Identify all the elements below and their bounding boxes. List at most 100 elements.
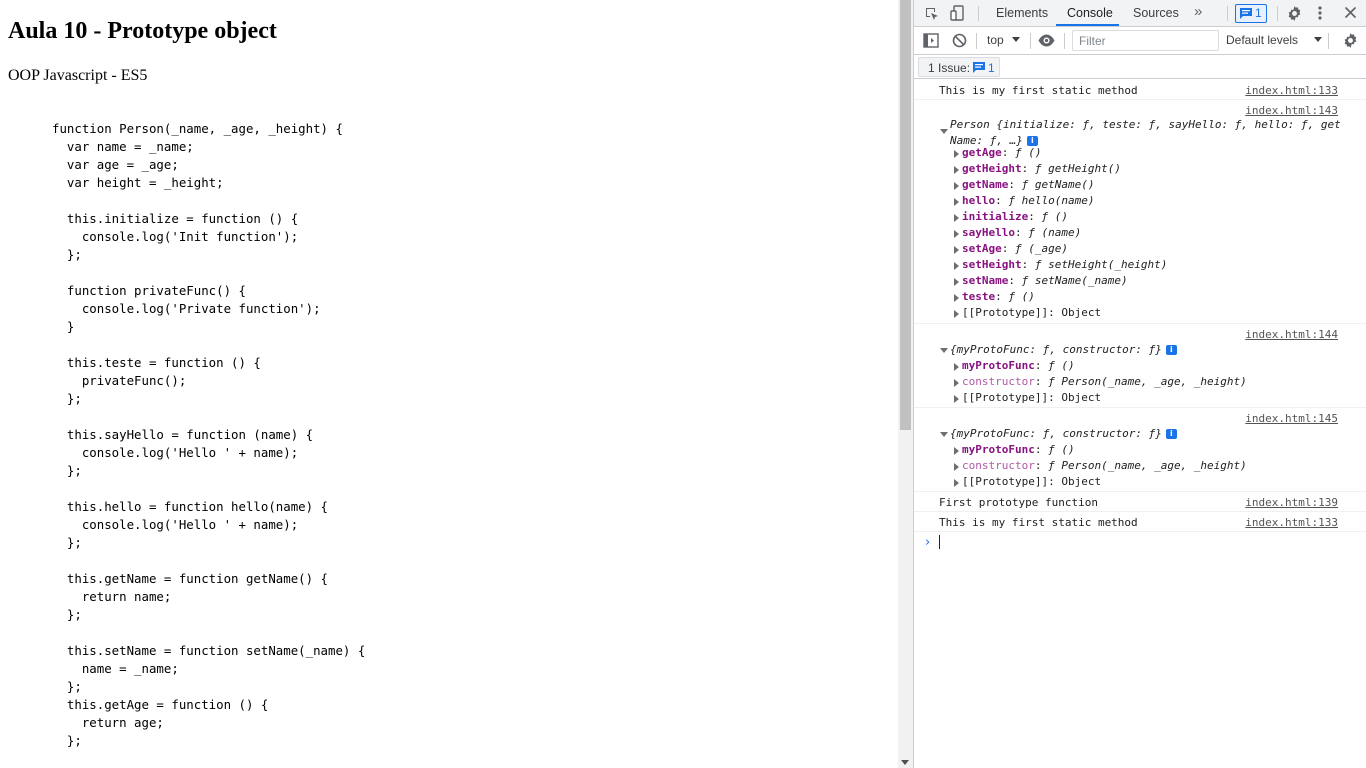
expand-triangle-icon[interactable] bbox=[954, 150, 959, 158]
object-property[interactable]: initialize: ƒ () bbox=[962, 210, 1068, 223]
source-link[interactable]: index.html:144 bbox=[1245, 328, 1338, 341]
source-link[interactable]: index.html:145 bbox=[1245, 412, 1338, 425]
object-preview-line[interactable]: {myProtoFunc: ƒ, constructor: ƒ} i bbox=[950, 427, 1177, 440]
object-property[interactable]: getHeight: ƒ getHeight() bbox=[962, 162, 1121, 175]
page-subtitle: OOP Javascript - ES5 bbox=[8, 67, 148, 84]
console-input[interactable] bbox=[939, 535, 940, 549]
more-options-icon[interactable] bbox=[1317, 5, 1323, 24]
expand-triangle-icon[interactable] bbox=[954, 278, 959, 286]
close-icon[interactable] bbox=[1344, 6, 1357, 22]
object-property[interactable]: sayHello: ƒ (name) bbox=[962, 226, 1081, 239]
issues-count: 1 bbox=[988, 61, 995, 75]
expand-triangle-icon[interactable] bbox=[954, 363, 959, 371]
source-link[interactable]: index.html:133 bbox=[1245, 84, 1338, 97]
expand-triangle-icon[interactable] bbox=[954, 379, 959, 387]
collapse-triangle-icon[interactable] bbox=[940, 348, 948, 353]
property-key: setAge bbox=[962, 242, 1002, 255]
expand-triangle-icon[interactable] bbox=[954, 463, 959, 471]
property-value: ƒ setHeight(_height) bbox=[1034, 258, 1168, 271]
inspect-element-icon[interactable] bbox=[924, 6, 940, 25]
code-line: privateFunc(); bbox=[52, 373, 187, 388]
console-message-text: First prototype function bbox=[939, 496, 1098, 509]
property-value: ƒ () bbox=[1015, 146, 1042, 159]
property-value: ƒ () bbox=[1048, 359, 1075, 372]
expand-triangle-icon[interactable] bbox=[954, 246, 959, 254]
object-property[interactable]: getAge: ƒ () bbox=[962, 146, 1042, 159]
tab-sources[interactable]: Sources bbox=[1133, 6, 1179, 20]
context-label: top bbox=[987, 33, 1004, 47]
object-property[interactable]: teste: ƒ () bbox=[962, 290, 1035, 303]
object-property[interactable]: setName: ƒ setName(_name) bbox=[962, 274, 1128, 287]
prototype-property[interactable]: [[Prototype]]: Object bbox=[962, 306, 1101, 319]
expand-triangle-icon[interactable] bbox=[954, 447, 959, 455]
expand-triangle-icon[interactable] bbox=[954, 214, 959, 222]
object-preview-line[interactable]: {myProtoFunc: ƒ, constructor: ƒ} i bbox=[950, 343, 1177, 356]
more-tabs-icon[interactable]: » bbox=[1194, 3, 1202, 20]
chevron-down-icon bbox=[1012, 37, 1020, 42]
object-property[interactable]: constructor: ƒ Person(_name, _age, _heig… bbox=[962, 375, 1247, 388]
expand-triangle-icon[interactable] bbox=[954, 230, 959, 238]
page-scrollbar[interactable] bbox=[898, 0, 913, 768]
property-key: myProtoFunc bbox=[962, 443, 1035, 456]
expand-triangle-icon[interactable] bbox=[954, 310, 959, 318]
device-toolbar-icon[interactable] bbox=[950, 5, 966, 25]
sidebar-toggle-icon[interactable] bbox=[923, 33, 939, 51]
expand-triangle-icon[interactable] bbox=[954, 395, 959, 403]
property-value: ƒ getName() bbox=[1021, 178, 1095, 191]
property-key: getName bbox=[962, 178, 1009, 191]
filter-field[interactable] bbox=[1072, 30, 1219, 51]
collapse-triangle-icon[interactable] bbox=[940, 432, 948, 437]
page-title: Aula 10 - Prototype object bbox=[8, 18, 277, 44]
info-icon[interactable]: i bbox=[1165, 345, 1177, 355]
property-value: ƒ hello(name) bbox=[1008, 194, 1095, 207]
property-value: ƒ () bbox=[1008, 290, 1035, 303]
expand-triangle-icon[interactable] bbox=[954, 479, 959, 487]
messages-badge[interactable]: 1 bbox=[1235, 4, 1267, 23]
settings-gear-icon[interactable] bbox=[1286, 5, 1303, 25]
code-line: return name; bbox=[52, 589, 172, 604]
object-property[interactable]: setHeight: ƒ setHeight(_height) bbox=[962, 258, 1167, 271]
object-property[interactable]: hello: ƒ hello(name) bbox=[962, 194, 1094, 207]
scrollbar-thumb[interactable] bbox=[900, 0, 911, 430]
code-line: console.log('Hello ' + name); bbox=[52, 517, 299, 532]
info-icon[interactable]: i bbox=[1026, 136, 1038, 146]
console-settings-gear-icon[interactable] bbox=[1342, 32, 1359, 52]
source-link[interactable]: index.html:143 bbox=[1245, 104, 1338, 117]
live-expression-eye-icon[interactable] bbox=[1038, 34, 1055, 50]
property-value: ƒ Person(_name, _age, _height) bbox=[1048, 459, 1247, 472]
toolbar-separator bbox=[1064, 33, 1065, 49]
expand-triangle-icon[interactable] bbox=[954, 198, 959, 206]
object-preview-line[interactable]: Person {initialize: ƒ, teste: ƒ, sayHell… bbox=[950, 118, 1341, 131]
expand-triangle-icon[interactable] bbox=[954, 294, 959, 302]
scroll-down-arrow-icon[interactable] bbox=[901, 760, 909, 765]
source-link[interactable]: index.html:139 bbox=[1245, 496, 1338, 509]
tab-console[interactable]: Console bbox=[1067, 6, 1113, 20]
property-value: ƒ () bbox=[1041, 210, 1068, 223]
object-property[interactable]: myProtoFunc: ƒ () bbox=[962, 359, 1075, 372]
object-property[interactable]: setAge: ƒ (_age) bbox=[962, 242, 1068, 255]
object-property[interactable]: getName: ƒ getName() bbox=[962, 178, 1094, 191]
code-line: }; bbox=[52, 247, 82, 262]
expand-triangle-icon[interactable] bbox=[954, 166, 959, 174]
expand-triangle-icon[interactable] bbox=[954, 262, 959, 270]
property-value: ƒ setName(_name) bbox=[1021, 274, 1128, 287]
prototype-property[interactable]: [[Prototype]]: Object bbox=[962, 475, 1101, 488]
code-line: var name = _name; bbox=[52, 139, 194, 154]
code-line: this.setName = function setName(_name) { bbox=[52, 643, 366, 658]
property-value: ƒ () bbox=[1048, 443, 1075, 456]
info-icon[interactable]: i bbox=[1165, 429, 1177, 439]
object-preview-text: Person {initialize: ƒ, teste: ƒ, sayHell… bbox=[950, 118, 1341, 131]
object-property[interactable]: constructor: ƒ Person(_name, _age, _heig… bbox=[962, 459, 1247, 472]
clear-console-icon[interactable] bbox=[952, 33, 967, 51]
property-key: sayHello bbox=[962, 226, 1015, 239]
prototype-property[interactable]: [[Prototype]]: Object bbox=[962, 391, 1101, 404]
collapse-triangle-icon[interactable] bbox=[940, 129, 948, 134]
tab-elements[interactable]: Elements bbox=[996, 6, 1048, 20]
object-property[interactable]: myProtoFunc: ƒ () bbox=[962, 443, 1075, 456]
filter-input[interactable] bbox=[1079, 34, 1214, 48]
source-link[interactable]: index.html:133 bbox=[1245, 516, 1338, 529]
expand-triangle-icon[interactable] bbox=[954, 182, 959, 190]
issues-button[interactable]: 1 Issue: 1 bbox=[918, 57, 1000, 77]
